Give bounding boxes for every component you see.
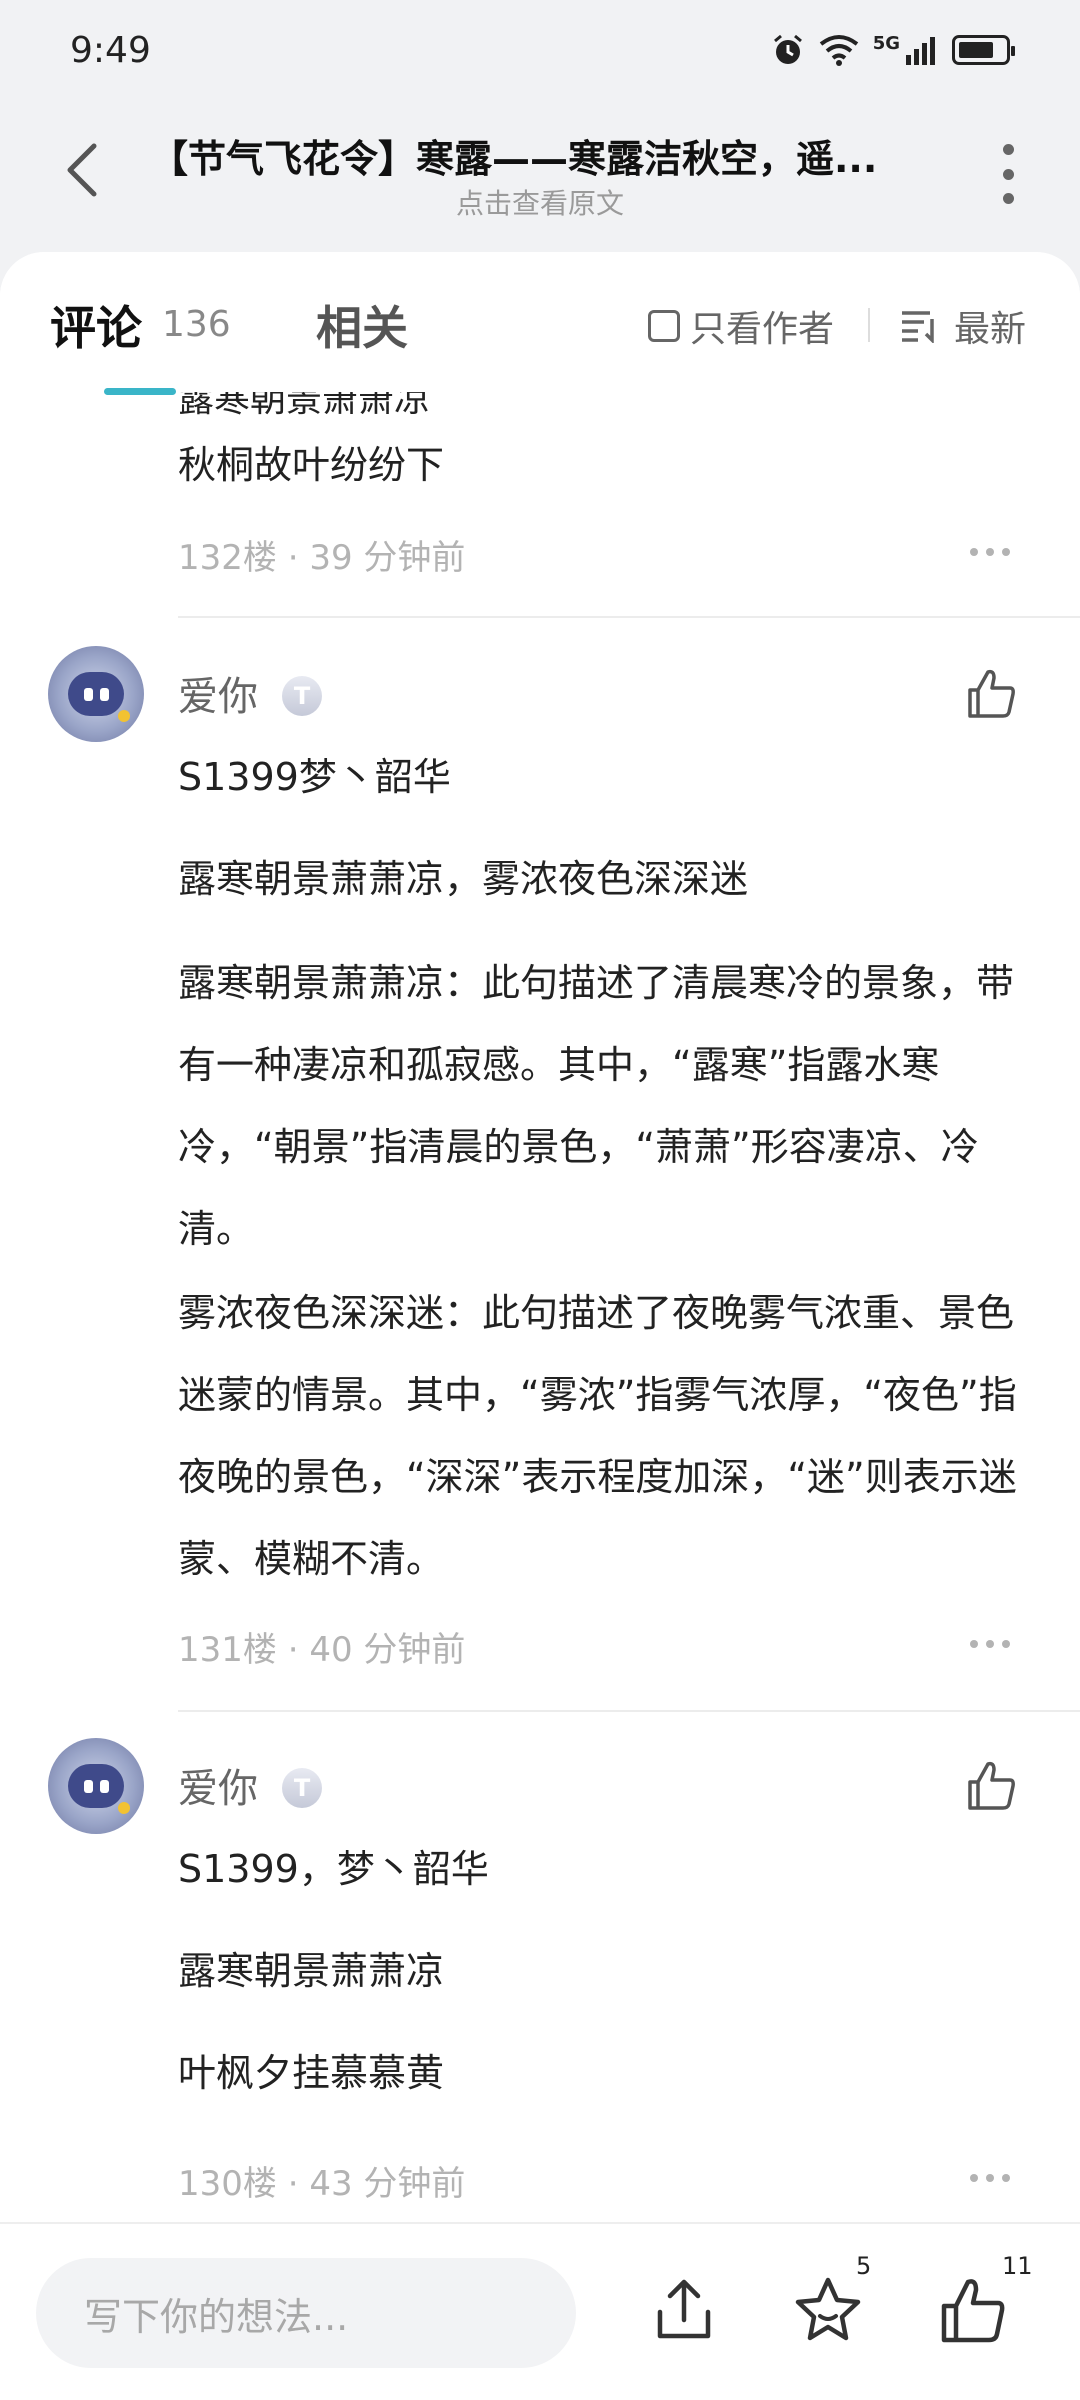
user-level-badge: T xyxy=(282,676,322,716)
article-header: 【节气飞花令】寒露——寒露洁秋空，遥... 点击查看原文 xyxy=(0,110,1080,230)
more-dot-icon xyxy=(1002,144,1014,155)
sort-label: 最新 xyxy=(954,309,1027,350)
comment-divider xyxy=(178,616,1080,618)
battery-icon xyxy=(952,35,1015,65)
status-icons: 5G xyxy=(771,32,1015,67)
comments-card: 露寒朝景萧萧凉 秋桐故叶纷纷下 132楼 · 39 分钟前 爱你 T S1399… xyxy=(0,252,1080,2222)
comment-more-button[interactable] xyxy=(970,2174,1010,2184)
comment-meta: 130楼 · 43 分钟前 xyxy=(178,2164,466,2204)
signal-icon xyxy=(906,37,935,65)
sort-icon xyxy=(902,311,934,343)
status-bar: 9:49 5G xyxy=(0,0,1080,100)
comment-text: S1399梦丶韶华 xyxy=(178,755,451,799)
comment-text: 雾浓夜色深深迷：此句描述了夜晚雾气浓重、景色迷蒙的情景。其中，“雾浓”指雾气浓厚… xyxy=(178,1291,1017,1581)
more-options-button[interactable] xyxy=(996,144,1020,204)
network-label: 5G xyxy=(872,32,900,54)
comment-divider xyxy=(178,1710,1080,1712)
comment-meta: 131楼 · 40 分钟前 xyxy=(178,1630,466,1670)
star-icon[interactable] xyxy=(792,2274,864,2346)
view-original-link[interactable]: 点击查看原文 xyxy=(0,182,1080,222)
user-level-badge: T xyxy=(282,1768,322,1808)
checkbox-icon xyxy=(648,310,680,342)
like-icon[interactable] xyxy=(964,1758,1018,1812)
avatar[interactable] xyxy=(48,1738,144,1834)
comment-input[interactable]: 写下你的想法... xyxy=(36,2258,576,2368)
comment-text: 露寒朝景萧萧凉，雾浓夜色深深迷 xyxy=(178,857,749,901)
like-icon[interactable] xyxy=(936,2274,1008,2346)
like-icon[interactable] xyxy=(964,666,1018,720)
avatar[interactable] xyxy=(48,646,144,742)
tab-comments[interactable]: 评论 xyxy=(50,292,142,358)
bottom-action-bar: 写下你的想法... 5 11 xyxy=(0,2222,1080,2400)
author-only-toggle[interactable]: 只看作者 xyxy=(648,300,834,352)
comment-list[interactable]: 露寒朝景萧萧凉 秋桐故叶纷纷下 132楼 · 39 分钟前 爱你 T S1399… xyxy=(0,252,1080,2222)
comment-text: 叶枫夕挂慕慕黄 xyxy=(178,2051,445,2095)
comment-text: S1399，梦丶韶华 xyxy=(178,1847,489,1891)
username[interactable]: 爱你 xyxy=(178,664,258,722)
comment-count: 136 xyxy=(162,304,231,345)
status-time: 9:49 xyxy=(70,29,151,71)
article-title[interactable]: 【节气飞花令】寒露——寒露洁秋空，遥... xyxy=(150,128,910,183)
comment-text: 秋桐故叶纷纷下 xyxy=(178,443,445,487)
tab-divider xyxy=(868,308,870,342)
tab-related[interactable]: 相关 xyxy=(316,292,408,358)
star-count: 5 xyxy=(856,2252,872,2280)
username[interactable]: 爱你 xyxy=(178,1756,258,1814)
sort-button[interactable]: 最新 xyxy=(900,300,1026,352)
comment-meta: 132楼 · 39 分钟前 xyxy=(178,538,466,578)
like-count: 11 xyxy=(1002,2252,1033,2280)
share-icon[interactable] xyxy=(648,2274,720,2346)
alarm-icon xyxy=(773,34,802,64)
comment-text: 露寒朝景萧萧凉：此句描述了清晨寒冷的景象，带有一种凄凉和孤寂感。其中，“露寒”指… xyxy=(178,961,1015,1251)
more-dot-icon xyxy=(1002,193,1014,204)
author-only-label: 只看作者 xyxy=(690,309,835,350)
active-tab-indicator xyxy=(104,388,176,395)
comment-tabs: 评论 136 相关 只看作者 最新 xyxy=(0,252,1080,395)
wifi-icon xyxy=(819,35,858,66)
comment-text: 露寒朝景萧萧凉 xyxy=(178,1949,445,1993)
comment-more-button[interactable] xyxy=(970,1640,1010,1650)
more-dot-icon xyxy=(1002,168,1014,180)
comment-more-button[interactable] xyxy=(970,548,1010,558)
